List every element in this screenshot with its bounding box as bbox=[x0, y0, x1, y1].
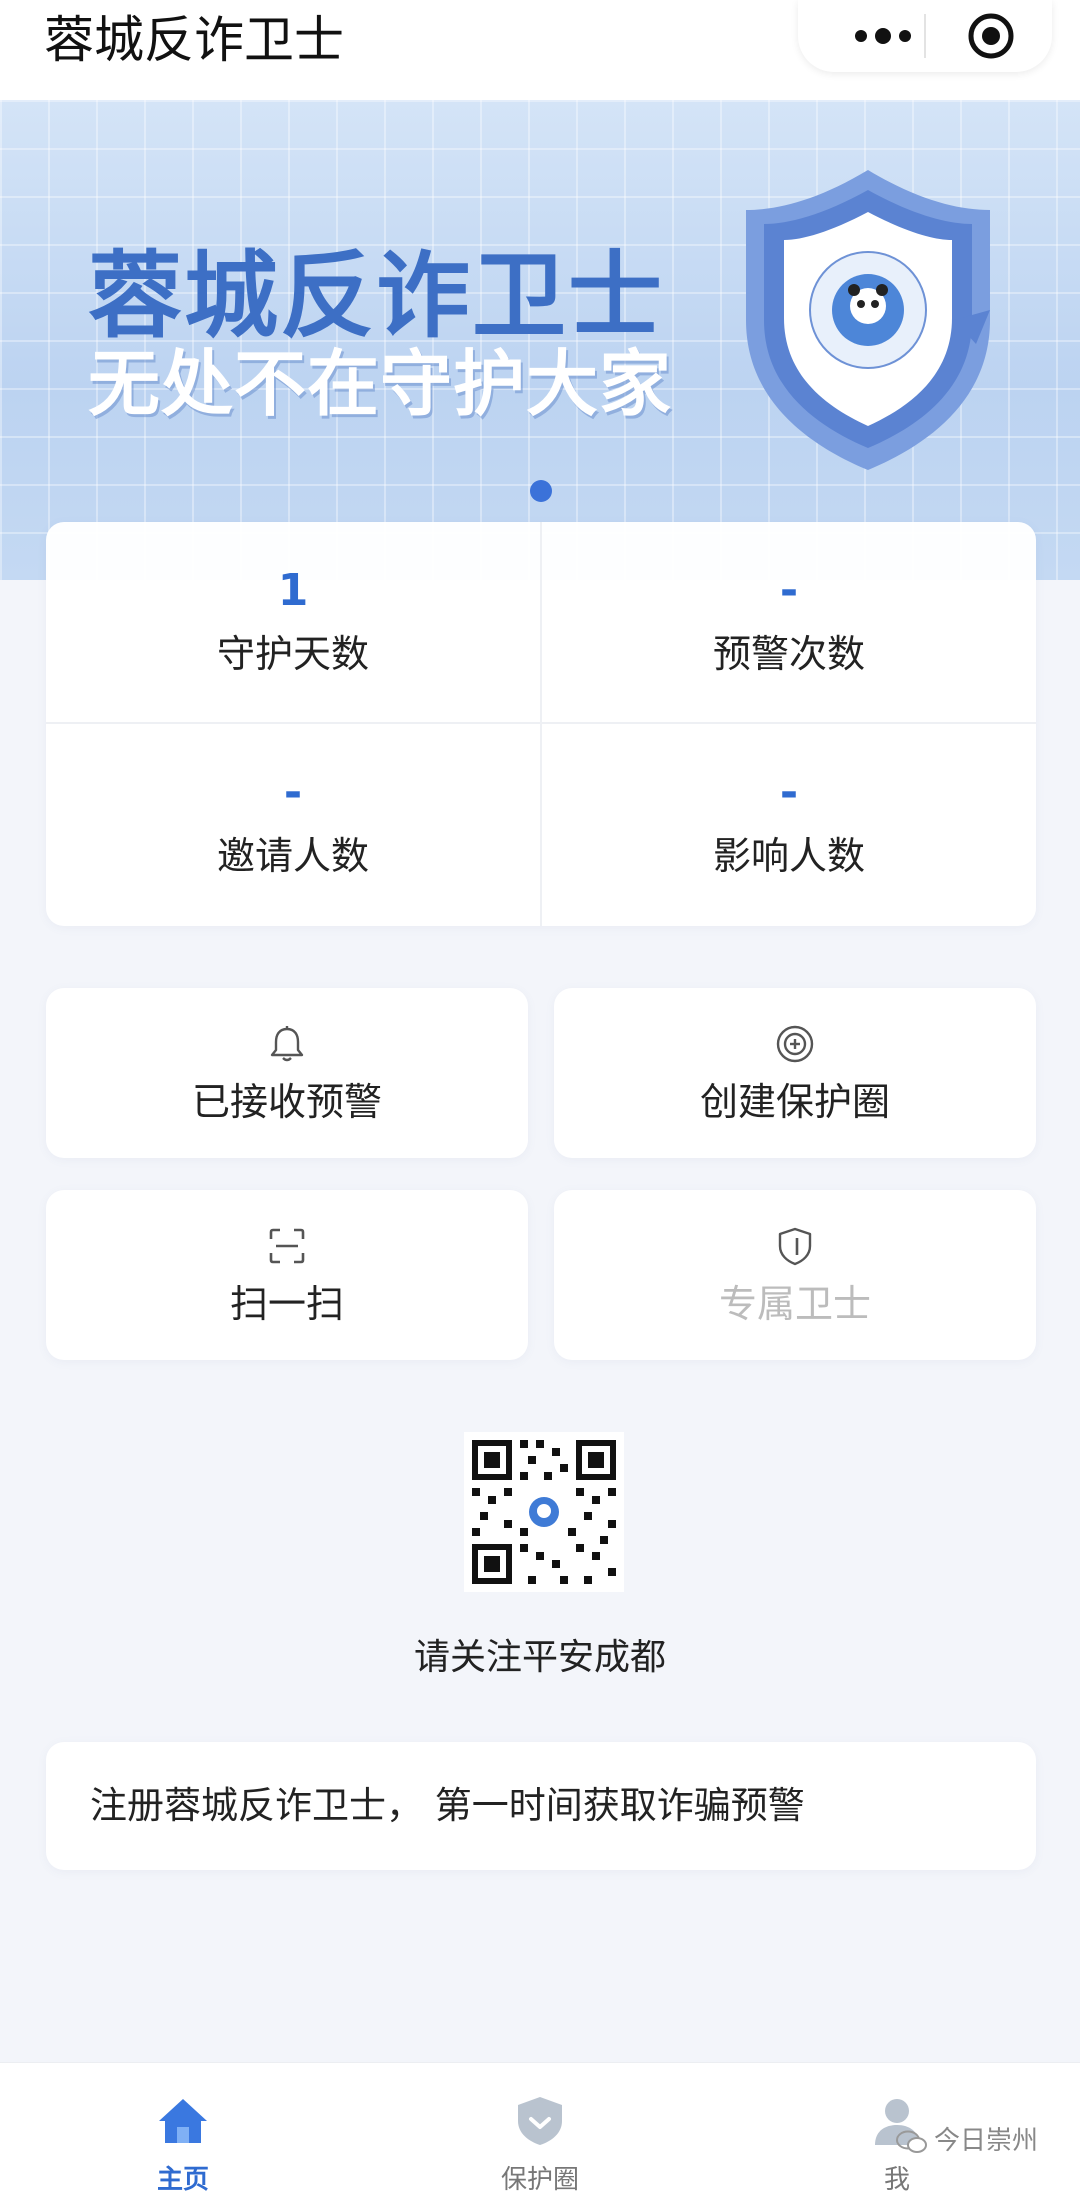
create-protection-circle-button[interactable]: 创建保护圈 bbox=[554, 988, 1036, 1158]
tile-label: 创建保护圈 bbox=[699, 1080, 890, 1124]
stat-label: 邀请人数 bbox=[216, 834, 369, 878]
watermark-text: 今日崇州 bbox=[934, 2126, 1039, 2156]
home-icon bbox=[159, 2099, 207, 2143]
tab-label: 保护圈 bbox=[500, 2165, 579, 2195]
shield-badge-icon bbox=[746, 170, 990, 470]
exclusive-guard-button[interactable]: 专属卫士 bbox=[554, 1190, 1036, 1360]
stat-influence-count: - 影响人数 bbox=[542, 724, 1036, 924]
stat-invite-count: - 邀请人数 bbox=[46, 724, 540, 924]
carousel-indicator-dot[interactable] bbox=[530, 480, 552, 502]
scan-icon bbox=[269, 1228, 305, 1264]
stat-label: 守护天数 bbox=[216, 632, 369, 676]
notice-text: 注册蓉城反诈卫士， 第一时间获取诈骗预警 bbox=[90, 1784, 805, 1827]
stat-label: 预警次数 bbox=[712, 632, 865, 676]
circle-plus-icon bbox=[776, 1025, 814, 1063]
register-notice[interactable]: 注册蓉城反诈卫士， 第一时间获取诈骗预警 bbox=[46, 1742, 1036, 1870]
stat-guard-days: 1 守护天数 bbox=[46, 522, 540, 722]
scan-button[interactable]: 扫一扫 bbox=[46, 1190, 528, 1360]
qr-caption: 请关注平安成都 bbox=[413, 1637, 666, 1678]
menu-capsule bbox=[798, 0, 1052, 72]
stat-value: 1 bbox=[277, 565, 309, 616]
target-close-icon[interactable] bbox=[966, 11, 1016, 61]
nav-bar: 蓉城反诈卫士 bbox=[0, 0, 1080, 100]
page-title: 蓉城反诈卫士 bbox=[44, 11, 344, 69]
qr-code bbox=[464, 1432, 624, 1592]
tab-home[interactable]: 主页 bbox=[83, 2063, 283, 2196]
tab-label: 主页 bbox=[156, 2165, 209, 2195]
shield-icon bbox=[778, 1227, 812, 1266]
more-dots-icon[interactable] bbox=[828, 14, 938, 58]
shield-tab-icon bbox=[518, 2097, 562, 2145]
stat-value: - bbox=[779, 767, 799, 818]
tile-label: 已接收预警 bbox=[191, 1080, 382, 1124]
watermark: 今日崇州 bbox=[896, 2120, 1038, 2157]
tab-label: 我 bbox=[883, 2165, 910, 2195]
stat-label: 影响人数 bbox=[712, 834, 865, 878]
capsule-divider bbox=[924, 14, 926, 58]
tab-protection-circle[interactable]: 保护圈 bbox=[440, 2063, 640, 2196]
stat-value: - bbox=[779, 565, 799, 616]
bell-icon bbox=[270, 1026, 304, 1062]
stats-card: 1 守护天数 - 预警次数 - 邀请人数 - 影响人数 bbox=[46, 522, 1036, 926]
stat-warning-count: - 预警次数 bbox=[542, 522, 1036, 722]
banner-subline: 无处不在守护大家 bbox=[88, 342, 673, 426]
received-warnings-button[interactable]: 已接收预警 bbox=[46, 988, 528, 1158]
wechat-icon bbox=[896, 2130, 927, 2153]
tile-label: 专属卫士 bbox=[718, 1282, 871, 1326]
stat-value: - bbox=[283, 767, 303, 818]
tile-label: 扫一扫 bbox=[229, 1282, 344, 1326]
hero-banner[interactable]: 蓉城反诈卫士 无处不在守护大家 bbox=[0, 100, 1080, 580]
